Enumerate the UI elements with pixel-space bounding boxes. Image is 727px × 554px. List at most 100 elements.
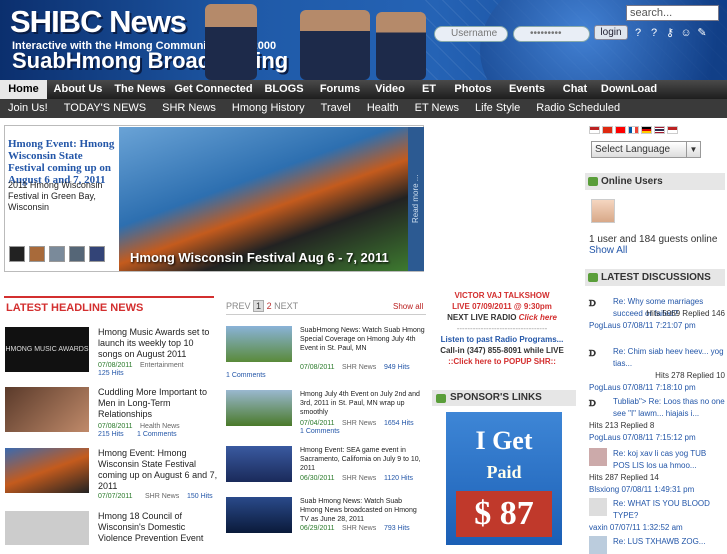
discussion-user[interactable]: vaxin 07/07/11 1:32:52 am <box>589 522 725 534</box>
pager-page[interactable]: 2 <box>267 301 272 311</box>
mid-news-thumbnail[interactable] <box>226 326 292 362</box>
mid-news-comments[interactable]: 1 Comments <box>226 372 266 379</box>
nav-download[interactable]: DownLoad <box>596 80 662 99</box>
news-thumbnail[interactable] <box>5 448 89 493</box>
flag-icon[interactable] <box>667 126 678 134</box>
language-select[interactable]: Select Language ▼ <box>591 141 701 158</box>
show-all-users-link[interactable]: Show All <box>589 245 627 256</box>
flag-us-icon[interactable] <box>589 126 600 134</box>
mid-news-thumbnail[interactable] <box>226 390 292 426</box>
nav-home[interactable]: Home <box>0 80 47 99</box>
mid-news-title[interactable]: Hmong July 4th Event on July 2nd and 3rd… <box>300 390 426 417</box>
subnav-radio-scheduled[interactable]: Radio Scheduled <box>528 99 628 118</box>
news-thumbnail[interactable]: HMONG MUSIC AWARDS <box>5 327 89 372</box>
pager-page[interactable]: 1 <box>253 300 265 312</box>
site-logo-title[interactable]: SHIBC News <box>10 4 187 40</box>
news-title[interactable]: Hmong Event: Hmong Wisconsin State Festi… <box>98 448 218 492</box>
news-title[interactable]: Hmong Music Awards set to launch its wee… <box>98 327 218 360</box>
discussion-user[interactable]: PogLaus 07/08/11 7:21:07 pm <box>589 320 725 332</box>
user-signature-icon: ꭰ <box>589 344 596 359</box>
news-category[interactable]: Entertainment <box>140 362 184 369</box>
section-divider <box>4 296 214 298</box>
nav-about[interactable]: About Us <box>47 80 109 99</box>
featured-title[interactable]: Hmong Event: Hmong Wisconsin State Festi… <box>8 138 116 186</box>
flag-france-icon[interactable] <box>628 126 639 134</box>
nav-news[interactable]: The News <box>109 80 171 99</box>
mid-news-title[interactable]: Hmong Event: SEA game event in Sacrament… <box>300 446 426 473</box>
thumbnail[interactable] <box>69 246 85 262</box>
click-here-link[interactable]: Click here <box>519 313 557 322</box>
key-icon[interactable]: ⚷ <box>664 27 676 39</box>
mid-news-category[interactable]: SHR News <box>342 364 376 371</box>
thumbnail[interactable] <box>89 246 105 262</box>
subnav-travel[interactable]: Travel <box>313 99 359 118</box>
discussion-title[interactable]: Re: WHAT IS YOU BLOOD TYPE? <box>589 498 725 522</box>
mid-news-title[interactable]: Suab Hmong News: Watch Suab Hmong News b… <box>300 497 426 524</box>
news-comments[interactable]: 1 Comments <box>137 431 177 438</box>
subnav-life-style[interactable]: Life Style <box>467 99 528 118</box>
thumbnail[interactable] <box>9 246 25 262</box>
help-icon[interactable]: ? <box>648 27 660 39</box>
mid-news-thumbnail[interactable] <box>226 497 292 533</box>
discussion-user[interactable]: PogLaus 07/08/11 7:15:12 pm <box>589 432 725 444</box>
username-field[interactable]: Username <box>434 26 508 42</box>
subnav-hmong-history[interactable]: Hmong History <box>224 99 313 118</box>
lock-icon[interactable]: ? <box>632 27 644 39</box>
mid-news-category[interactable]: SHR News <box>342 525 376 532</box>
password-field[interactable]: ••••••••• <box>513 26 590 42</box>
online-users-heading: Online Users <box>585 173 725 190</box>
flag-china-icon[interactable] <box>602 126 613 134</box>
subnav-et-news[interactable]: ET News <box>407 99 467 118</box>
discussion-title[interactable]: Tubliab"> Re: Loos thas no one see "I" l… <box>589 396 725 420</box>
sponsor-ad-banner[interactable]: I Get Paid $ 87 <box>446 412 562 545</box>
read-more-link[interactable]: Read more ... <box>408 127 424 271</box>
mid-news-title[interactable]: SuabHmong News: Watch Suab Hmong Special… <box>300 326 426 353</box>
thumbnail[interactable] <box>29 246 45 262</box>
past-programs-link[interactable]: Listen to past Radio Programs... <box>432 334 572 345</box>
news-thumbnail[interactable] <box>5 387 89 432</box>
thumbnail[interactable] <box>49 246 65 262</box>
news-title[interactable]: Hmong 18 Council of Wisconsin's Domestic… <box>98 511 218 544</box>
login-button[interactable]: login <box>594 25 628 40</box>
nav-et[interactable]: ET <box>412 80 446 99</box>
mid-news-category[interactable]: SHR News <box>342 475 376 482</box>
pager-prev[interactable]: PREV <box>226 301 251 311</box>
mid-news-thumbnail[interactable] <box>226 446 292 482</box>
discussion-title[interactable]: Re: koj xav li cas yog TUB POS LIS los u… <box>589 448 725 472</box>
mid-news-category[interactable]: SHR News <box>342 420 376 427</box>
flag-germany-icon[interactable] <box>641 126 652 134</box>
news-category[interactable]: SHR News <box>145 493 179 500</box>
search-input[interactable]: search... <box>626 5 719 21</box>
subnav-health[interactable]: Health <box>359 99 407 118</box>
news-title[interactable]: Cuddling More Important to Men in Long-T… <box>98 387 218 420</box>
flag-thailand-icon[interactable] <box>654 126 665 134</box>
subnav-join[interactable]: Join Us! <box>0 99 56 118</box>
nav-get-connected[interactable]: Get Connected <box>171 80 256 99</box>
nav-chat[interactable]: Chat <box>554 80 596 99</box>
nav-forums[interactable]: Forums <box>312 80 368 99</box>
avatar[interactable] <box>589 448 607 466</box>
nav-blogs[interactable]: BLOGS <box>256 80 312 99</box>
avatar[interactable] <box>591 199 615 223</box>
user-icon[interactable]: ☺ <box>680 27 692 39</box>
subnav-shr-news[interactable]: SHR News <box>154 99 224 118</box>
show-all-link[interactable]: Show all <box>393 302 423 311</box>
discussion-user[interactable]: Blsxiong 07/08/11 1:49:31 pm <box>589 484 725 496</box>
discussion-title[interactable]: Re: Chim siab heev heev... yog tias... <box>589 346 725 370</box>
discussion-user[interactable]: PogLaus 07/08/11 7:18:10 pm <box>589 382 725 394</box>
nav-events[interactable]: Events <box>500 80 554 99</box>
avatar[interactable] <box>589 498 607 516</box>
discussion-title[interactable]: Re: LUS TXHAWB ZOG... <box>589 536 725 548</box>
subnav-todays-news[interactable]: TODAY'S NEWS <box>56 99 154 118</box>
register-icon[interactable]: ✎ <box>696 27 708 39</box>
flag-taiwan-icon[interactable] <box>615 126 626 134</box>
nav-photos[interactable]: Photos <box>446 80 500 99</box>
news-category[interactable]: Health News <box>140 423 180 430</box>
avatar[interactable] <box>589 536 607 554</box>
pager-next[interactable]: NEXT <box>274 301 298 311</box>
popup-shr-link[interactable]: ::Click here to POPUP SHR:: <box>432 356 572 367</box>
mid-news-comments[interactable]: 1 Comments <box>300 428 340 435</box>
nav-video[interactable]: Video <box>368 80 412 99</box>
news-thumbnail[interactable] <box>5 511 89 545</box>
discussion-meta: Hits 278 Replied 10 <box>655 371 725 380</box>
